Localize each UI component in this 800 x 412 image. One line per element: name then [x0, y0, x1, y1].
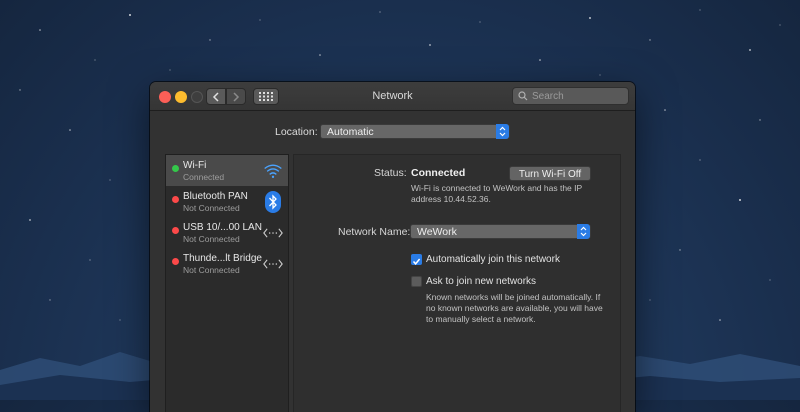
popup-arrows-icon — [577, 224, 590, 239]
network-name-popup[interactable]: WeWork — [410, 224, 591, 239]
network-name-value: WeWork — [417, 226, 457, 238]
service-name: USB 10/...00 LAN — [183, 222, 262, 233]
service-status: Connected — [183, 172, 225, 182]
status-value: Connected — [411, 167, 466, 179]
popup-arrows-icon — [496, 124, 509, 139]
location-value: Automatic — [327, 126, 374, 138]
status-dot-red — [172, 258, 179, 265]
network-name-label: Network Name: — [338, 226, 411, 238]
search-icon — [518, 91, 528, 101]
location-row: Location: Automatic — [150, 124, 635, 140]
ask-join-note: Known networks will be joined automatica… — [426, 292, 603, 324]
service-status: Not Connected — [183, 265, 240, 275]
wifi-icon — [263, 160, 283, 181]
service-item-wifi[interactable]: Wi-Fi Connected — [166, 155, 288, 186]
ethernet-arrows-icon — [263, 222, 283, 243]
service-list: Wi-Fi Connected Bluetooth PAN Not Connec… — [165, 154, 289, 412]
service-name: Wi-Fi — [183, 160, 207, 171]
status-label: Status: — [374, 167, 407, 179]
bluetooth-icon — [263, 190, 283, 213]
status-dot-green — [172, 165, 179, 172]
title-bar: Network — [150, 82, 635, 111]
wifi-detail-panel: Status: Connected Turn Wi-Fi Off Wi-Fi i… — [293, 154, 621, 412]
service-name: Bluetooth PAN — [183, 191, 248, 202]
service-status: Not Connected — [183, 203, 240, 213]
auto-join-label[interactable]: Automatically join this network — [426, 254, 560, 265]
status-dot-red — [172, 196, 179, 203]
location-label: Location: — [275, 126, 318, 138]
ask-join-label[interactable]: Ask to join new networks — [426, 276, 536, 287]
search-input[interactable] — [532, 90, 622, 102]
search-field[interactable] — [512, 87, 629, 105]
service-name: Thunde...lt Bridge — [183, 253, 262, 264]
location-popup[interactable]: Automatic — [320, 124, 510, 139]
service-item-thunderbolt-bridge[interactable]: Thunde...lt Bridge Not Connected — [166, 248, 288, 279]
ask-join-checkbox[interactable] — [411, 276, 422, 287]
checkmark-icon — [412, 258, 421, 265]
service-item-usb-lan[interactable]: USB 10/...00 LAN Not Connected — [166, 217, 288, 248]
service-item-bluetooth-pan[interactable]: Bluetooth PAN Not Connected — [166, 186, 288, 217]
status-description: Wi-Fi is connected to WeWork and has the… — [411, 183, 583, 204]
network-preferences-window: Network Location: Automatic Wi-Fi Connec… — [150, 82, 635, 412]
service-status: Not Connected — [183, 234, 240, 244]
turn-wifi-off-button[interactable]: Turn Wi-Fi Off — [509, 166, 591, 181]
status-dot-red — [172, 227, 179, 234]
ethernet-arrows-icon — [263, 253, 283, 274]
auto-join-checkbox[interactable] — [411, 254, 422, 265]
